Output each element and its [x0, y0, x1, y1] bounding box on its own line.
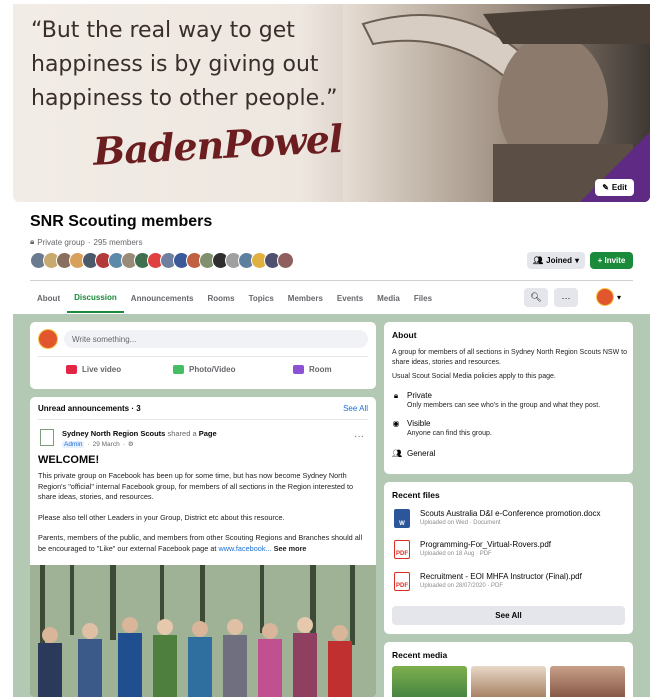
tab-about[interactable]: About — [30, 283, 67, 313]
lock-icon: 🔒︎ — [30, 237, 35, 246]
search-button[interactable]: 🔍︎ — [524, 288, 548, 307]
post-date[interactable]: 29 March — [93, 441, 120, 448]
eye-icon: ◉ — [392, 419, 400, 428]
see-all-link[interactable]: See All — [343, 404, 368, 413]
divider — [30, 280, 633, 281]
tab-topics[interactable]: Topics — [242, 283, 281, 313]
group-meta: 🔒︎ Private group · 295 members — [30, 237, 143, 247]
member-avatar[interactable] — [277, 252, 294, 269]
write-something-input[interactable]: Write something... — [64, 330, 368, 348]
about-description: A group for members of all sections in S… — [392, 349, 627, 366]
cover-signature: BadenPowell — [92, 115, 357, 174]
member-count[interactable]: 295 members — [94, 238, 143, 247]
file-item[interactable]: PDF Recruitment - EOI MHFA Instructor (F… — [394, 572, 582, 591]
chevron-down-icon: ▾ — [617, 292, 622, 302]
joined-button[interactable]: 👥︎ Joined ▾ — [527, 252, 585, 269]
announcements-card: Unread announcements · 3 See All Sydney … — [30, 397, 376, 697]
pdf-icon: PDF — [394, 540, 410, 559]
group-title[interactable]: SNR Scouting members — [30, 213, 212, 231]
about-card: About A group for members of all section… — [384, 322, 633, 474]
search-icon: 🔍︎ — [530, 292, 542, 302]
member-avatars[interactable] — [30, 252, 294, 269]
tab-events[interactable]: Events — [330, 283, 370, 313]
media-thumbnail[interactable] — [392, 666, 467, 697]
poster-name[interactable]: Sydney North Region Scouts — [62, 429, 165, 438]
people-icon: 👥︎ — [392, 449, 403, 458]
files-title: Recent files — [392, 490, 440, 500]
group-photo[interactable] — [30, 565, 376, 697]
file-item[interactable]: W Scouts Australia D&I e-Conference prom… — [394, 509, 601, 528]
privacy-row: 🔒︎ Private Only members can see who's in … — [393, 391, 601, 409]
lock-icon: 🔒︎ — [393, 391, 399, 400]
about-rules: Usual Scout Social Media policies apply … — [392, 373, 556, 380]
edit-cover-button[interactable]: ✎ Edit — [595, 179, 634, 196]
post-composer: Write something... Live video Photo/Vide… — [30, 322, 376, 389]
video-icon — [66, 365, 77, 374]
invite-button[interactable]: + Invite — [590, 252, 633, 269]
profile-menu[interactable]: ▾ — [596, 288, 621, 306]
visibility-row: ◉ Visible Anyone can find this group. — [392, 419, 492, 437]
see-more-link[interactable]: See more — [274, 544, 307, 553]
media-thumbnail[interactable] — [550, 666, 625, 697]
more-dots-icon: ··· — [561, 292, 571, 303]
file-item[interactable]: PDF Programming-For_Virtual-Rovers.pdf Up… — [394, 540, 551, 559]
room-icon — [293, 365, 304, 374]
poster-line: Sydney North Region Scouts shared a Page — [62, 429, 217, 438]
media-title: Recent media — [392, 650, 448, 660]
post-heading: WELCOME! — [38, 454, 100, 466]
tab-announcements[interactable]: Announcements — [124, 283, 201, 313]
recent-files-card: Recent files W Scouts Australia D&I e-Co… — [384, 482, 633, 634]
joined-label: Joined — [546, 256, 572, 265]
pdf-icon: PDF — [394, 572, 410, 591]
see-all-files-button[interactable]: See All — [392, 606, 625, 625]
tab-discussion[interactable]: Discussion — [67, 283, 124, 313]
photo-icon — [173, 365, 184, 374]
media-thumbnail[interactable] — [471, 666, 546, 697]
tab-members[interactable]: Members — [281, 283, 330, 313]
tab-files[interactable]: Files — [407, 283, 439, 313]
announcements-title: Unread announcements · 3 — [38, 404, 141, 413]
page-avatar[interactable] — [40, 429, 54, 446]
chevron-down-icon: ▾ — [574, 256, 579, 265]
tab-media[interactable]: Media — [370, 283, 407, 313]
avatar — [38, 329, 58, 349]
cover-quote: “But the real way to get happiness is by… — [31, 18, 338, 111]
photo-video-button[interactable]: Photo/Video — [173, 365, 236, 374]
cover-photo: “But the real way to get happiness is by… — [13, 4, 650, 202]
post-meta: Admin · 29 March · ⚙︎ — [62, 440, 134, 448]
edit-label: Edit — [611, 183, 627, 192]
group-nav: About Discussion Announcements Rooms Topics M… — [30, 283, 439, 313]
about-title: About — [392, 330, 417, 340]
word-doc-icon: W — [394, 509, 410, 528]
room-button[interactable]: Room — [293, 365, 332, 374]
group-privacy: Private group — [37, 237, 85, 247]
more-button[interactable]: ··· — [554, 288, 578, 307]
admin-badge: Admin — [62, 440, 85, 448]
globe-icon: ⚙︎ — [127, 441, 134, 448]
live-video-button[interactable]: Live video — [66, 365, 121, 374]
people-icon: 👥︎ — [533, 256, 544, 265]
tab-rooms[interactable]: Rooms — [200, 283, 241, 313]
profile-avatar — [596, 288, 614, 306]
shared-object[interactable]: Page — [199, 429, 217, 438]
recent-media-card: Recent media — [384, 642, 633, 697]
post-body: This private group on Facebook has been … — [38, 471, 363, 553]
general-row: 👥︎ General — [392, 449, 436, 458]
facebook-link[interactable]: www.facebook... — [218, 544, 271, 553]
pencil-icon: ✎ — [602, 183, 609, 192]
post-options-icon[interactable]: ··· — [354, 431, 364, 442]
